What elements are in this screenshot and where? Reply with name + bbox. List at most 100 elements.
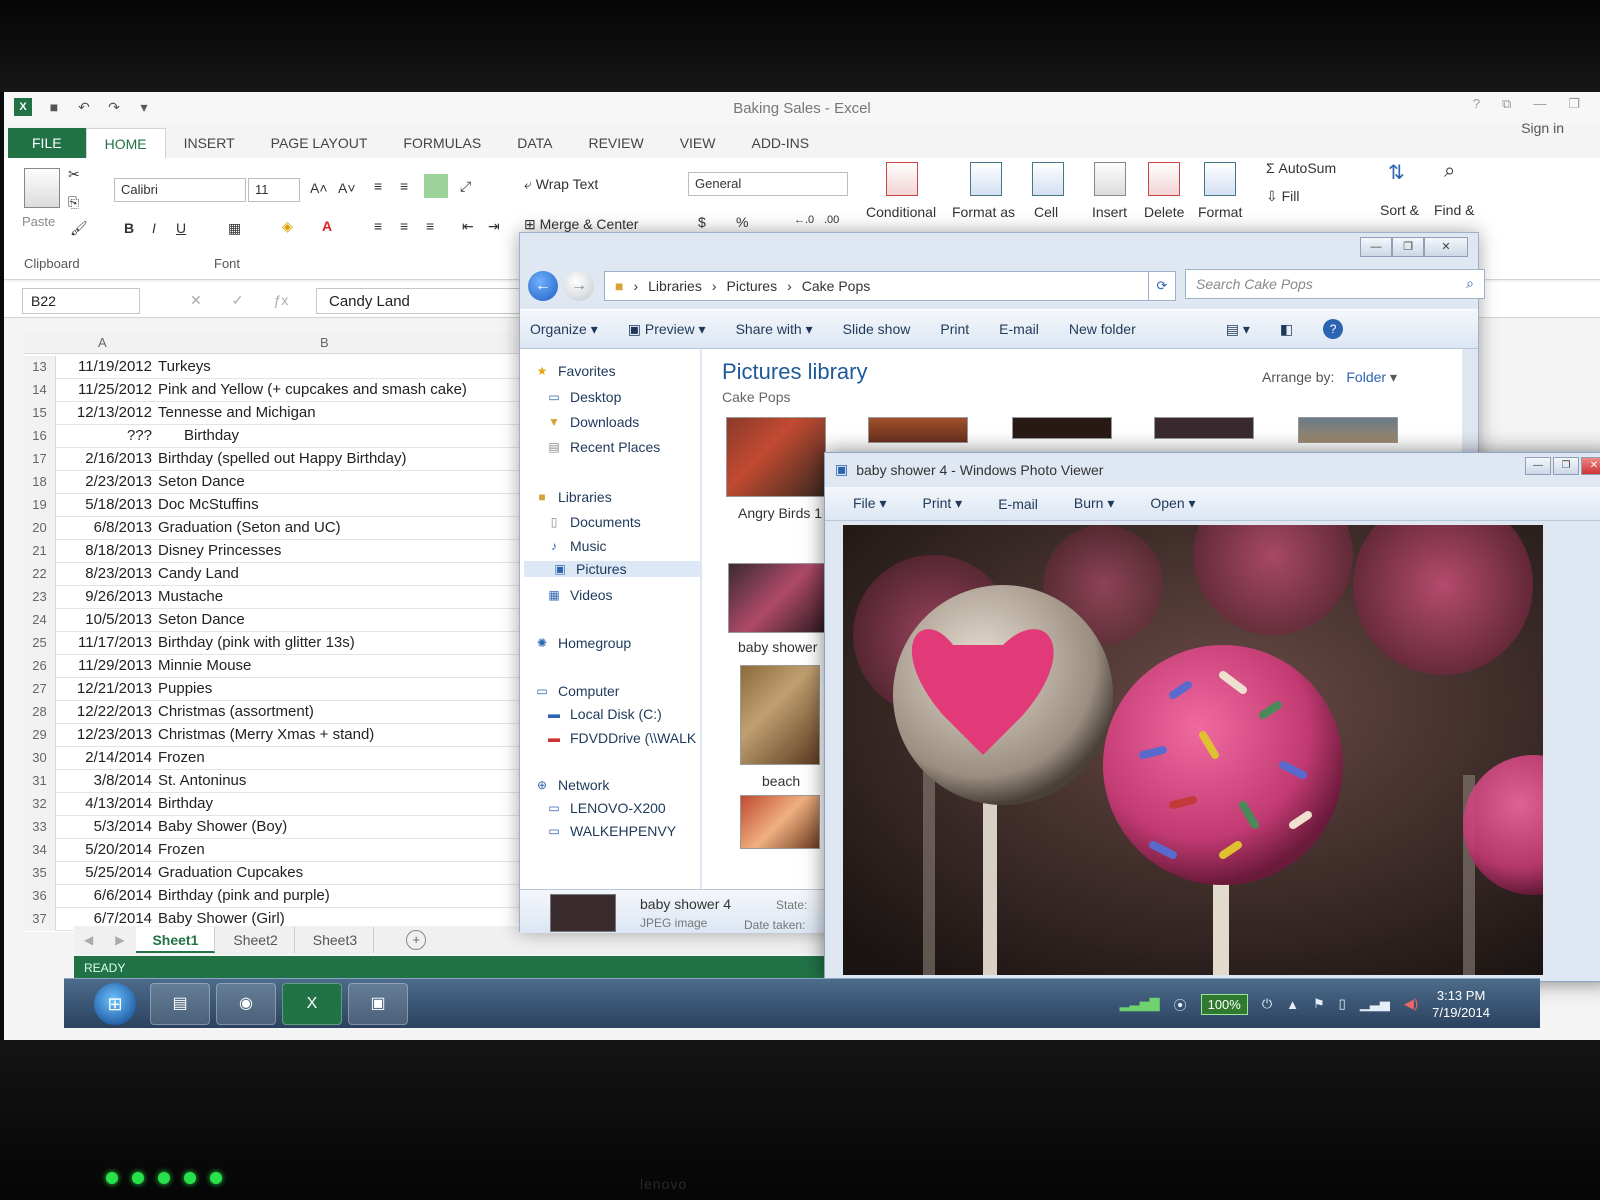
explorer-close-icon[interactable]: ✕ bbox=[1424, 237, 1468, 257]
row-number[interactable]: 31 bbox=[24, 770, 56, 793]
cell-styles-button[interactable]: Cell bbox=[1034, 204, 1058, 220]
nav-local-disk[interactable]: ▬ Local Disk (C:) bbox=[546, 706, 662, 722]
italic-button[interactable]: I bbox=[152, 220, 156, 236]
format-as-table-button[interactable]: Format as bbox=[952, 204, 1015, 220]
font-color-icon[interactable]: A bbox=[322, 218, 332, 234]
nav-recent-places[interactable]: ▤ Recent Places bbox=[546, 439, 660, 455]
cell-date[interactable]: 11/19/2012 bbox=[58, 356, 154, 378]
photo-close-icon[interactable]: ✕ bbox=[1581, 457, 1600, 475]
cell-date[interactable]: 9/26/2013 bbox=[58, 586, 154, 608]
row-number[interactable]: 35 bbox=[24, 862, 56, 885]
cell-styles-icon[interactable] bbox=[1032, 162, 1064, 196]
forward-arrow-icon[interactable]: → bbox=[564, 271, 594, 301]
cell-date[interactable]: 12/22/2013 bbox=[58, 701, 154, 723]
thumbnail-baby-shower[interactable] bbox=[728, 563, 828, 633]
tab-file[interactable]: FILE bbox=[8, 128, 86, 158]
conditional-formatting-icon[interactable] bbox=[886, 162, 918, 196]
row-number[interactable]: 28 bbox=[24, 701, 56, 724]
name-box[interactable]: B22 bbox=[22, 288, 140, 314]
cell-date[interactable]: 6/8/2013 bbox=[58, 517, 154, 539]
row-number[interactable]: 33 bbox=[24, 816, 56, 839]
tab-home[interactable]: HOME bbox=[85, 128, 166, 158]
enter-icon[interactable]: ✓ bbox=[232, 292, 244, 309]
breadcrumb-cake-pops[interactable]: Cake Pops bbox=[802, 278, 870, 294]
number-format-select[interactable]: General bbox=[688, 172, 848, 196]
paste-button[interactable]: Paste bbox=[22, 214, 55, 229]
delete-cells-button[interactable]: Delete bbox=[1144, 204, 1184, 220]
percent-button[interactable]: % bbox=[736, 214, 748, 230]
row-number[interactable]: 22 bbox=[24, 563, 56, 586]
format-as-table-icon[interactable] bbox=[970, 162, 1002, 196]
row-number[interactable]: 26 bbox=[24, 655, 56, 678]
thumbnail[interactable] bbox=[1298, 417, 1398, 443]
action-center-flag-icon[interactable]: ⚑ bbox=[1313, 996, 1325, 1012]
cell-date[interactable]: 4/13/2014 bbox=[58, 793, 154, 815]
row-number[interactable]: 30 bbox=[24, 747, 56, 770]
taskbar-photo-viewer-icon[interactable]: ▣ bbox=[348, 983, 408, 1025]
binoculars-icon[interactable]: ⌕ bbox=[1444, 160, 1455, 183]
menu-burn[interactable]: Burn ▾ bbox=[1074, 495, 1115, 512]
row-number[interactable]: 37 bbox=[24, 908, 56, 931]
paste-icon[interactable] bbox=[24, 168, 60, 208]
slide-show-button[interactable]: Slide show bbox=[843, 321, 911, 337]
organize-button[interactable]: Organize ▾ bbox=[530, 321, 598, 338]
cell-date[interactable]: 8/23/2013 bbox=[58, 563, 154, 585]
search-input[interactable]: Search Cake Pops ⌕ bbox=[1185, 269, 1485, 299]
photo-minimize-icon[interactable]: — bbox=[1525, 457, 1551, 475]
sheet-tab-1[interactable]: Sheet1 bbox=[136, 927, 216, 953]
row-number[interactable]: 17 bbox=[24, 448, 56, 471]
decimal-decrease-icon[interactable]: .00 bbox=[824, 214, 839, 226]
row-number[interactable]: 18 bbox=[24, 471, 56, 494]
row-number[interactable]: 27 bbox=[24, 678, 56, 701]
nav-libraries[interactable]: ■ Libraries bbox=[534, 489, 611, 505]
nav-favorites[interactable]: ★ Favorites bbox=[534, 363, 616, 379]
photo-maximize-icon[interactable]: ❐ bbox=[1553, 457, 1579, 475]
battery-indicator[interactable]: 100% bbox=[1200, 993, 1248, 1015]
tab-page-layout[interactable]: PAGE LAYOUT bbox=[253, 128, 386, 158]
preview-pane-icon[interactable]: ◧ bbox=[1280, 321, 1293, 338]
tab-add-ins[interactable]: ADD-INS bbox=[733, 128, 827, 158]
nav-walkehpenvy[interactable]: ▭ WALKEHPENVY bbox=[546, 823, 676, 839]
row-number[interactable]: 13 bbox=[24, 356, 56, 379]
cell-date[interactable]: 12/13/2012 bbox=[58, 402, 154, 424]
email-button[interactable]: E-mail bbox=[999, 321, 1039, 337]
nav-pictures[interactable]: ▣ Pictures bbox=[524, 561, 700, 577]
row-number[interactable]: 19 bbox=[24, 494, 56, 517]
change-view-icon[interactable]: ▤ ▾ bbox=[1226, 321, 1250, 338]
cell-date[interactable]: 5/3/2014 bbox=[58, 816, 154, 838]
back-arrow-icon[interactable]: ← bbox=[528, 271, 558, 301]
underline-button[interactable]: U bbox=[176, 220, 186, 236]
align-left-icon[interactable]: ≡ bbox=[374, 218, 382, 234]
cell-date[interactable]: 6/6/2014 bbox=[58, 885, 154, 907]
menu-file[interactable]: File ▾ bbox=[853, 495, 886, 512]
sort-filter-button[interactable]: Sort & bbox=[1380, 202, 1419, 218]
align-middle-icon[interactable]: ≡ bbox=[400, 178, 408, 194]
cell-date[interactable]: 2/14/2014 bbox=[58, 747, 154, 769]
start-button-icon[interactable]: ⊞ bbox=[94, 983, 136, 1025]
maximize-icon[interactable]: ❐ bbox=[1568, 96, 1580, 112]
cancel-icon[interactable]: ✕ bbox=[190, 292, 202, 309]
thumbnail[interactable] bbox=[740, 795, 820, 849]
cell-date[interactable]: 2/16/2013 bbox=[58, 448, 154, 470]
thumbnail[interactable] bbox=[868, 417, 968, 443]
row-number[interactable]: 14 bbox=[24, 379, 56, 402]
nav-lenovo[interactable]: ▭ LENOVO-X200 bbox=[546, 800, 665, 816]
nav-network[interactable]: ⊕ Network bbox=[534, 777, 609, 793]
sheet-prev-icon[interactable]: ◀ bbox=[74, 933, 103, 947]
row-number[interactable]: 16 bbox=[24, 425, 56, 448]
sheet-tab-3[interactable]: Sheet3 bbox=[297, 927, 375, 953]
cell-date[interactable]: 2/23/2013 bbox=[58, 471, 154, 493]
thumbnail[interactable] bbox=[1012, 417, 1112, 439]
breadcrumb-libraries[interactable]: Libraries bbox=[648, 278, 702, 294]
cell-date[interactable]: 11/17/2013 bbox=[58, 632, 154, 654]
nav-fdvd-drive[interactable]: ▬ FDVDDrive (\\WALK bbox=[546, 730, 696, 746]
add-sheet-icon[interactable]: + bbox=[406, 930, 427, 950]
format-painter-icon[interactable]: 🖌 bbox=[70, 220, 88, 237]
orientation-icon[interactable]: ⤢ bbox=[460, 178, 471, 195]
row-number[interactable]: 29 bbox=[24, 724, 56, 747]
sort-filter-icon[interactable]: ⇅ bbox=[1388, 160, 1405, 185]
column-header-b[interactable]: B bbox=[320, 332, 329, 354]
format-cells-button[interactable]: Format bbox=[1198, 204, 1242, 220]
nav-desktop[interactable]: ▭ Desktop bbox=[546, 389, 621, 405]
nav-homegroup[interactable]: ✺ Homegroup bbox=[534, 635, 631, 651]
